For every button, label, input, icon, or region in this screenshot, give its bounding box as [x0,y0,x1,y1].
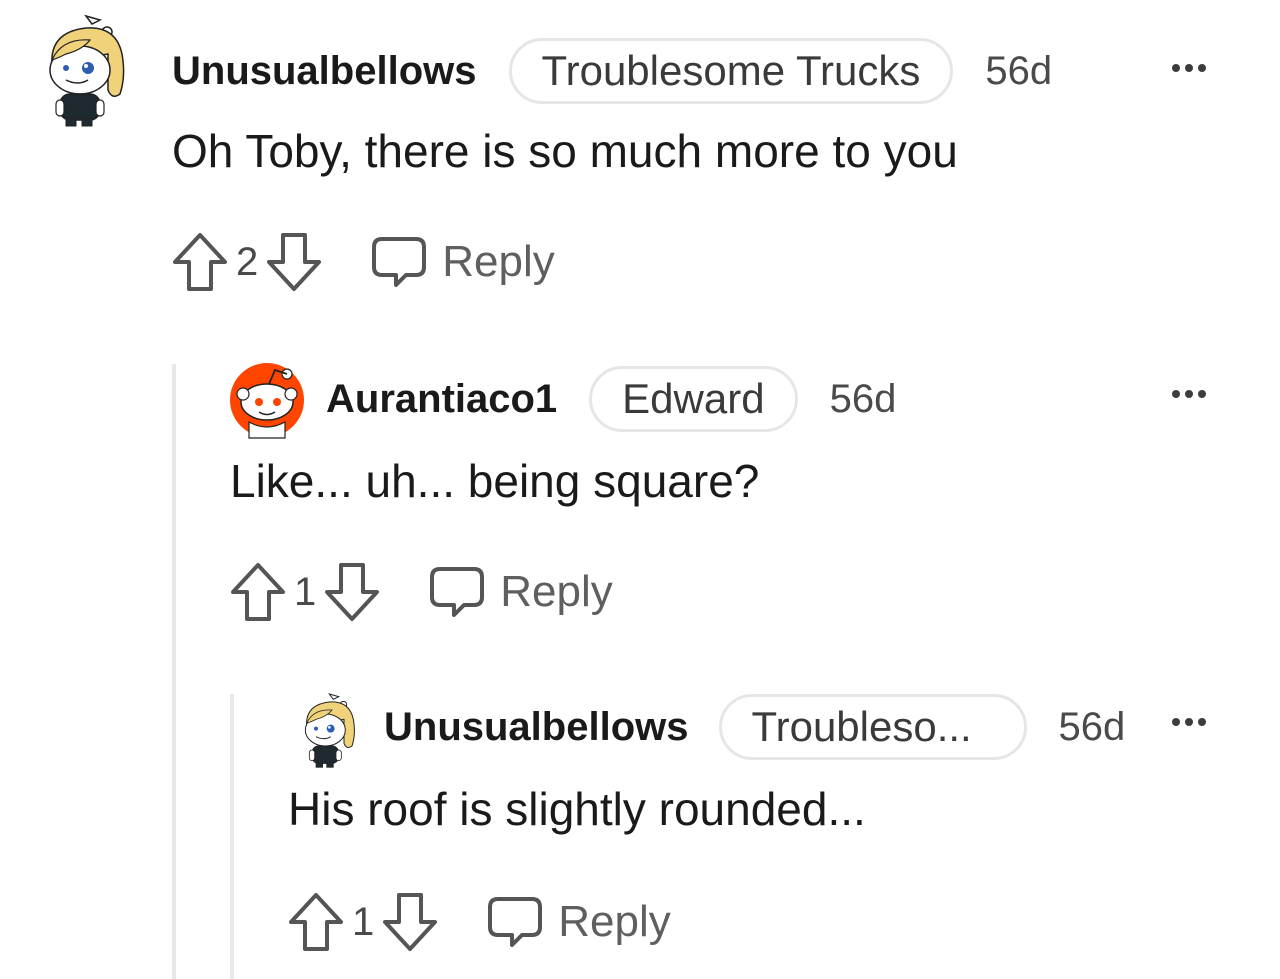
comment-actions: 1 Reply [288,892,671,952]
comment-text: His roof is slightly rounded... [288,783,866,835]
comment-bubble-icon [488,897,543,947]
user-flair: Troubleso... [718,694,1027,760]
downvote-icon[interactable] [382,892,438,952]
reply-button[interactable]: Reply [486,895,671,949]
comment-3: Unusualbellows Troubleso... 56d His roof… [0,0,1280,979]
blonde-avatar-icon[interactable] [300,692,360,770]
comment-meta: Unusualbellows Troubleso... 56d [384,694,1125,760]
upvote-icon[interactable] [288,892,344,952]
timestamp: 56d [1058,704,1126,749]
more-options-icon[interactable] [1172,718,1206,726]
reply-label: Reply [558,897,671,946]
username[interactable]: Unusualbellows [384,705,689,750]
vote-score: 1 [352,899,375,944]
